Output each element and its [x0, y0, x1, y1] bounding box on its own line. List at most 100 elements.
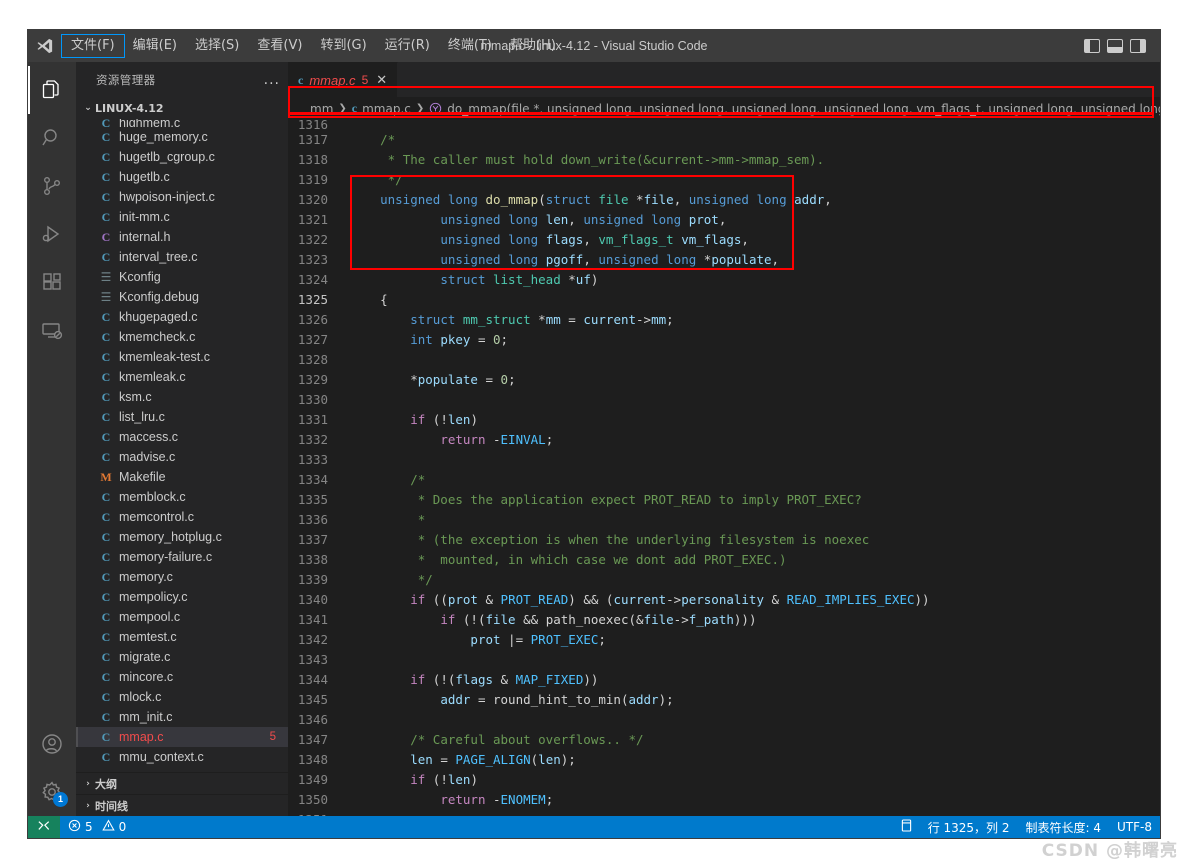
file-list-item[interactable]: Ckmemleak-test.c — [76, 347, 288, 367]
file-list-item[interactable]: Cmemcontrol.c — [76, 507, 288, 527]
code-line[interactable]: 1350 return -ENOMEM; — [288, 790, 1160, 810]
file-list-item[interactable]: ☰ Kconfig — [76, 267, 288, 287]
code-line[interactable]: 1329 *populate = 0; — [288, 370, 1160, 390]
file-list-item[interactable]: Cmigrate.c — [76, 647, 288, 667]
code-line[interactable]: 1328 — [288, 350, 1160, 370]
file-list-item[interactable]: Cinterval_tree.c — [76, 247, 288, 267]
code-line[interactable]: 1324 struct list_head *uf) — [288, 270, 1160, 290]
file-list-item[interactable]: Chugetlb_cgroup.c — [76, 147, 288, 167]
editor-vertical-scrollbar[interactable] — [1146, 178, 1160, 816]
status-tab-size[interactable]: 制表符长度: 4 — [1018, 816, 1110, 838]
code-line[interactable]: 1318 * The caller must hold down_write(&… — [288, 150, 1160, 170]
file-list-item[interactable]: Cinternal.h — [76, 227, 288, 247]
code-line[interactable]: 1349 if (!len) — [288, 770, 1160, 790]
code-line[interactable]: 1344 if (!(flags & MAP_FIXED)) — [288, 670, 1160, 690]
code-line[interactable]: 1336 * — [288, 510, 1160, 530]
file-list-item[interactable]: Cksm.c — [76, 387, 288, 407]
file-list-item[interactable]: Ckhugepaged.c — [76, 307, 288, 327]
file-list-item[interactable]: Cmempool.c — [76, 607, 288, 627]
file-list-item[interactable]: Chwpoison-inject.c — [76, 187, 288, 207]
file-list-item[interactable]: Cmlock.c — [76, 687, 288, 707]
file-list-item[interactable]: Cmemory.c — [76, 567, 288, 587]
activity-extensions-button[interactable] — [28, 258, 76, 306]
file-list-item[interactable]: Chighmem.c — [76, 119, 288, 127]
file-list[interactable]: Chighmem.c Chuge_memory.c Chugetlb_cgroup.… — [76, 119, 288, 772]
code-line[interactable]: 1316 — [288, 120, 1160, 130]
file-list-item[interactable]: Cmemblock.c — [76, 487, 288, 507]
code-line[interactable]: 1348 len = PAGE_ALIGN(len); — [288, 750, 1160, 770]
code-line[interactable]: 1334 /* — [288, 470, 1160, 490]
file-list-item[interactable]: Cinit-mm.c — [76, 207, 288, 227]
toggle-secondary-sidebar-icon[interactable] — [1130, 39, 1146, 53]
file-list-item[interactable]: Cmm_init.c — [76, 707, 288, 727]
activity-explorer-button[interactable] — [28, 66, 76, 114]
code-lines[interactable]: 1316 1317 /* 1318 * The caller must hold d… — [288, 120, 1160, 816]
activity-accounts-button[interactable] — [28, 720, 76, 768]
code-line[interactable]: 1330 — [288, 390, 1160, 410]
activity-run-debug-button[interactable] — [28, 210, 76, 258]
code-editor[interactable]: 1316 1317 /* 1318 * The caller must hold d… — [288, 120, 1160, 816]
code-line[interactable]: 1338 * mounted, in which case we dont ad… — [288, 550, 1160, 570]
toggle-panel-icon[interactable] — [1107, 39, 1123, 53]
toggle-primary-sidebar-icon[interactable] — [1084, 39, 1100, 53]
code-line[interactable]: 1322 unsigned long flags, vm_flags_t vm_… — [288, 230, 1160, 250]
file-list-item[interactable]: Clist_lru.c — [76, 407, 288, 427]
file-list-item[interactable]: ☰ Kconfig.debug — [76, 287, 288, 307]
menu-item-help[interactable]: 帮助(H) — [501, 35, 565, 57]
file-list-item[interactable]: Cmaccess.c — [76, 427, 288, 447]
file-list-item[interactable]: Ckmemleak.c — [76, 367, 288, 387]
activity-remote-explorer-button[interactable] — [28, 306, 76, 354]
menu-item-terminal[interactable]: 终端(T) — [439, 35, 501, 57]
code-line[interactable]: 1321 unsigned long len, unsigned long pr… — [288, 210, 1160, 230]
menu-bar[interactable]: 文件(F) 编辑(E) 选择(S) 查看(V) 转到(G) 运行(R) 终端(T… — [61, 30, 565, 62]
menu-item-go[interactable]: 转到(G) — [311, 35, 375, 57]
code-line[interactable]: 1335 * Does the application expect PROT_… — [288, 490, 1160, 510]
menu-item-view[interactable]: 查看(V) — [248, 35, 311, 57]
file-list-item[interactable]: Cmmap.c 5 — [76, 727, 288, 747]
code-line[interactable]: 1337 * (the exception is when the underl… — [288, 530, 1160, 550]
code-line[interactable]: 1339 */ — [288, 570, 1160, 590]
code-line[interactable]: 1346 — [288, 710, 1160, 730]
menu-item-edit[interactable]: 编辑(E) — [124, 35, 186, 57]
status-problems-button[interactable]: 5 0 — [60, 816, 134, 838]
file-list-item[interactable]: Chugetlb.c — [76, 167, 288, 187]
code-line[interactable]: 1343 — [288, 650, 1160, 670]
code-line[interactable]: 1333 — [288, 450, 1160, 470]
code-line[interactable]: 1332 return -EINVAL; — [288, 430, 1160, 450]
code-line[interactable]: 1319 */ — [288, 170, 1160, 190]
status-layout-button[interactable] — [893, 816, 920, 838]
file-list-item[interactable]: Cmemory_hotplug.c — [76, 527, 288, 547]
code-line[interactable]: 1347 /* Careful about overflows.. */ — [288, 730, 1160, 750]
file-list-item[interactable]: Cmemory-failure.c — [76, 547, 288, 567]
activity-search-button[interactable] — [28, 114, 76, 162]
file-list-item[interactable]: Cmadvise.c — [76, 447, 288, 467]
file-list-item[interactable]: Chuge_memory.c — [76, 127, 288, 147]
close-icon[interactable]: ✕ — [376, 72, 387, 88]
code-line[interactable]: 1323 unsigned long pgoff, unsigned long … — [288, 250, 1160, 270]
menu-item-selection[interactable]: 选择(S) — [186, 35, 248, 57]
folder-root-row[interactable]: ⌄ LINUX-4.12 — [76, 97, 288, 119]
editor-tab-mmap-c[interactable]: c mmap.c 5 ✕ — [288, 62, 399, 97]
code-line[interactable]: 1325 { — [288, 290, 1160, 310]
code-line[interactable]: 1351 — [288, 810, 1160, 816]
menu-item-file[interactable]: 文件(F) — [61, 34, 125, 58]
sidebar-section-timeline[interactable]: › 时间线 — [76, 794, 288, 816]
activity-manage-button[interactable]: 1 — [28, 768, 76, 816]
status-cursor-position[interactable]: 行 1325，列 2 — [920, 816, 1018, 838]
file-list-item[interactable]: Cmemtest.c — [76, 627, 288, 647]
file-list-item[interactable]: Ckmemcheck.c — [76, 327, 288, 347]
activity-source-control-button[interactable] — [28, 162, 76, 210]
menu-item-run[interactable]: 运行(R) — [376, 35, 439, 57]
code-line[interactable]: 1320 unsigned long do_mmap(struct file *… — [288, 190, 1160, 210]
file-list-item[interactable]: Cmincore.c — [76, 667, 288, 687]
code-line[interactable]: 1345 addr = round_hint_to_min(addr); — [288, 690, 1160, 710]
breadcrumb[interactable]: mm ❯ c mmap.c ❯ do_mmap(file *, unsigned… — [288, 97, 1160, 120]
file-list-item[interactable]: Cmmu_context.c — [76, 747, 288, 767]
layout-controls[interactable] — [1084, 30, 1146, 62]
code-line[interactable]: 1327 int pkey = 0; — [288, 330, 1160, 350]
status-remote-button[interactable] — [28, 816, 60, 838]
code-line[interactable]: 1331 if (!len) — [288, 410, 1160, 430]
code-line[interactable]: 1341 if (!(file && path_noexec(&file->f_… — [288, 610, 1160, 630]
sidebar-more-actions-button[interactable]: ... — [264, 72, 280, 88]
sidebar-section-outline[interactable]: › 大纲 — [76, 772, 288, 794]
